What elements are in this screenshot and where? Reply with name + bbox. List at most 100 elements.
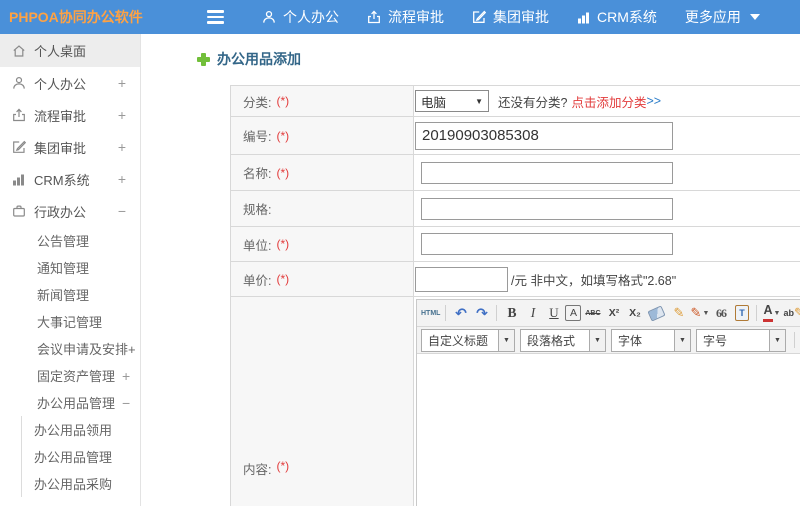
home-icon [11,43,26,58]
form-row-unit: 单位: (*) [231,227,800,262]
add-category-arrows[interactable]: >> [646,94,661,108]
unit-input[interactable] [421,233,673,255]
undo-button[interactable]: ↶ [451,304,470,323]
page-title-bar: 办公用品添加 [197,49,301,69]
code-input[interactable] [415,121,673,150]
highlight-color-button[interactable]: ab✎▼ [783,304,800,323]
format-brush-icon[interactable]: ✎ [669,304,688,323]
sidebar-item-admin-office[interactable]: 行政办公 − [0,195,140,227]
sidebar-item-group-approval[interactable]: 集团审批 + [0,131,140,163]
eraser-icon[interactable] [647,304,667,322]
editor-content-area[interactable] [417,354,800,506]
category-select[interactable]: 电脑 ▼ [415,90,489,112]
form-row-price: 单价: (*) /元 非中文，如填写格式"2.68" [231,262,800,297]
page-title: 办公用品添加 [217,51,301,67]
required-mark: (*) [276,165,290,180]
form-row-category: 分类: (*) 电脑 ▼ 还没有分类? 点击添加分类 >> [231,86,800,117]
flow-icon [367,10,381,24]
redo-button[interactable]: ↷ [472,304,491,323]
nav-label: 个人办公 [283,9,339,25]
font-color-button[interactable]: A ▼ [762,304,781,323]
sidebar-item-process-approval[interactable]: 流程审批 + [0,99,140,131]
required-mark: (*) [276,237,290,251]
category-select-value: 电脑 [421,95,447,110]
field-label: 规格: [243,203,272,217]
nav-process-approval[interactable]: 流程审批 [367,7,444,27]
paragraph-format-select[interactable]: 段落格式 ▼ [520,328,606,352]
required-mark: (*) [276,94,290,108]
edit-icon [472,10,486,24]
sidebar-item-fixed-assets-mgmt[interactable]: 固定资产管理 + [0,362,140,389]
caret-down-icon: ▼ [498,329,514,351]
form-row-spec: 规格: [231,191,800,227]
sidebar-item-notice-mgmt[interactable]: 通知管理 [0,254,140,281]
app-window: PHPOA协同办公软件 个人办公 流程审批 集团审批 CRM系统 更多应用 个人… [0,0,800,506]
bold-button[interactable]: B [502,304,521,323]
color-brush-icon[interactable]: ✎ ▼ [690,304,710,323]
editor-toolbar-row2: 自定义标题 ▼ 段落格式 ▼ 字体 ▼ 字号 ▼ [417,327,800,354]
font-family-select[interactable]: 字体 ▼ [611,328,691,352]
sidebar-item-supplies-manage[interactable]: 办公用品管理 [22,443,140,470]
supplies-add-form: 分类: (*) 电脑 ▼ 还没有分类? 点击添加分类 >> 编号: (*) 20… [230,85,800,506]
sidebar-item-crm-system[interactable]: CRM系统 + [0,163,140,195]
underline-button[interactable]: U [544,304,563,323]
sidebar-item-supplies-claim[interactable]: 办公用品领用 [22,416,140,443]
price-format-hint: /元 非中文，如填写格式"2.68" [511,273,677,288]
field-label: 分类: [243,95,272,110]
flow-icon [11,108,26,123]
field-label: 单价: [243,273,272,288]
blockquote-button[interactable]: 66 [711,304,730,323]
sidebar-item-personal-desktop[interactable]: 个人桌面 [0,34,140,67]
add-icon [197,52,210,66]
sidebar-item-news-mgmt[interactable]: 新闻管理 [0,281,140,308]
collapse-icon: − [117,203,126,219]
main-content: 办公用品添加 分类: (*) 电脑 ▼ 还没有分类? 点击添加分类 >> 编号:… [141,34,800,506]
topbar: PHPOA协同办公软件 个人办公 流程审批 集团审批 CRM系统 更多应用 [0,0,800,34]
caret-down-icon: ▼ [773,309,781,317]
user-icon [11,76,26,91]
sidebar-item-personal-office[interactable]: 个人办公 + [0,67,140,99]
font-style-button[interactable]: A [565,305,582,321]
sidebar-item-supplies-purchase[interactable]: 办公用品采购 [22,470,140,497]
superscript-button[interactable]: X² [604,304,623,323]
paste-text-button[interactable]: T [732,304,751,323]
nav-personal-office[interactable]: 个人办公 [262,7,339,27]
field-label: 单位: [243,238,272,253]
name-input[interactable] [421,161,673,184]
spec-input[interactable] [421,197,673,220]
field-label: 内容: [243,463,272,477]
caret-down-icon: ▼ [589,329,605,351]
caret-down-icon: ▼ [702,309,710,317]
add-category-link[interactable]: 点击添加分类 [571,92,646,111]
nav-crm-system[interactable]: CRM系统 [577,7,657,27]
nav-group-approval[interactable]: 集团审批 [472,7,549,27]
nav-label: 更多应用 [684,9,741,25]
collapse-icon: − [122,394,131,411]
app-logo[interactable]: PHPOA协同办公软件 [0,7,161,27]
caret-down-icon: ▼ [475,96,483,106]
sidebar-item-memorabilia-mgmt[interactable]: 大事记管理 [0,308,140,335]
rich-text-editor: HTML ↶ ↷ B I U A ABC X² X₂ ✎ ✎ ▼ 66 T A … [416,299,800,506]
required-mark: (*) [276,272,290,286]
custom-heading-select[interactable]: 自定义标题 ▼ [421,328,515,352]
html-source-button[interactable]: HTML [421,304,440,323]
briefcase-icon [11,204,26,219]
sidebar: 个人桌面 个人办公 + 流程审批 + 集团审批 + CRM系统 + 行政办公 − [0,34,141,506]
expand-icon: + [117,171,126,187]
editor-toolbar-row1: HTML ↶ ↷ B I U A ABC X² X₂ ✎ ✎ ▼ 66 T A … [417,300,800,327]
required-mark: (*) [276,459,290,473]
subscript-button[interactable]: X₂ [625,304,644,323]
sidebar-item-announcement-mgmt[interactable]: 公告管理 [0,227,140,254]
italic-button[interactable]: I [523,304,542,323]
caret-down-icon: ▼ [769,329,785,351]
font-size-select[interactable]: 字号 ▼ [696,328,786,352]
strikethrough-button[interactable]: ABC [583,304,602,323]
form-row-code: 编号: (*) [231,117,800,155]
caret-down-icon: ▼ [674,329,690,351]
nav-more-apps[interactable]: 更多应用 [685,7,760,27]
price-input[interactable] [415,266,508,292]
sidebar-item-meeting-mgmt[interactable]: 会议申请及安排+ [0,335,140,362]
menu-toggle-icon[interactable] [207,10,224,24]
sidebar-item-office-supplies-mgmt[interactable]: 办公用品管理 − [0,389,140,416]
field-label: 编号: [243,130,272,144]
